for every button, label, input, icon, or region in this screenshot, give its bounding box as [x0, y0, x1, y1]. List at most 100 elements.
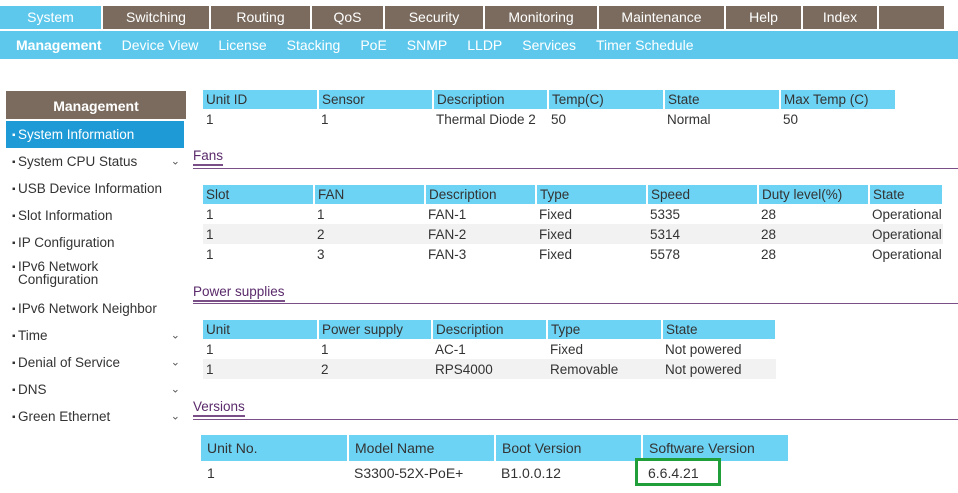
- sidebar-item-system-information[interactable]: ▪ System Information: [6, 121, 184, 148]
- subnav-timer-schedule[interactable]: Timer Schedule: [596, 37, 694, 53]
- nav-switching[interactable]: Switching: [103, 6, 209, 29]
- table-cell: Operational: [872, 246, 942, 262]
- sidebar-item-usb-device-information[interactable]: ▪ USB Device Information: [6, 175, 186, 202]
- subnav-snmp[interactable]: SNMP: [407, 37, 447, 53]
- table-cell: Not powered: [665, 341, 742, 357]
- chevron-down-icon[interactable]: ⌄: [171, 322, 180, 349]
- chevron-down-icon[interactable]: ⌄: [171, 403, 180, 430]
- sidebar-item-time[interactable]: ▪ Time ⌄: [6, 322, 186, 349]
- column-header: Duty level(%): [758, 185, 870, 204]
- sidebar-item-ipv6-network-configuration[interactable]: ▪ IPv6 Network Configuration: [6, 256, 186, 295]
- table-cell: Removable: [547, 359, 662, 379]
- subnav-device-view[interactable]: Device View: [122, 37, 199, 53]
- power-supplies-table: Unit Power supply Description Type State…: [203, 320, 777, 379]
- column-header: FAN: [314, 185, 426, 204]
- table-cell: 1: [207, 465, 215, 481]
- chevron-down-icon[interactable]: ⌄: [171, 148, 180, 175]
- column-header: State: [869, 185, 944, 204]
- column-header: Type: [547, 320, 663, 339]
- top-navigation: System Switching Routing QoS Security Mo…: [0, 6, 958, 31]
- column-header: Description: [425, 185, 537, 204]
- table-cell: Fixed: [539, 206, 573, 222]
- table-cell: 5335: [650, 206, 681, 222]
- sidebar-item-green-ethernet[interactable]: ▪ Green Ethernet ⌄: [6, 403, 186, 430]
- subnav-management[interactable]: Management: [16, 37, 102, 53]
- table-cell: 3: [317, 246, 325, 262]
- nav-monitoring[interactable]: Monitoring: [485, 6, 597, 29]
- fans-table: Slot FAN Description Type Speed Duty lev…: [203, 185, 944, 264]
- nav-security[interactable]: Security: [385, 6, 483, 29]
- nav-help[interactable]: Help: [726, 6, 801, 29]
- subnav-poe[interactable]: PoE: [360, 37, 386, 53]
- power-supplies-section-title: Power supplies: [193, 284, 285, 302]
- sidebar-item-denial-of-service[interactable]: ▪ Denial of Service ⌄: [6, 349, 186, 376]
- section-divider: [193, 419, 958, 420]
- column-header: Model Name: [348, 435, 496, 461]
- table-cell: 50: [551, 111, 567, 127]
- subnav-license[interactable]: License: [218, 37, 266, 53]
- column-header: Type: [536, 185, 648, 204]
- table-cell: 1: [206, 206, 214, 222]
- table-cell: 1: [206, 246, 214, 262]
- table-cell: Fixed: [550, 341, 584, 357]
- versions-section-title: Versions: [193, 399, 245, 417]
- column-header: Slot: [203, 185, 315, 204]
- nav-system[interactable]: System: [0, 6, 101, 29]
- column-header: Boot Version: [495, 435, 643, 461]
- table-cell: FAN-2: [425, 224, 536, 244]
- temperature-table: Unit ID Sensor Description Temp(C) State…: [203, 90, 897, 129]
- table-header-row: Slot FAN Description Type Speed Duty lev…: [203, 185, 944, 204]
- subnav-stacking[interactable]: Stacking: [287, 37, 341, 53]
- table-row: 1 1 AC-1 Fixed Not powered: [203, 339, 776, 359]
- table-cell: 2: [314, 224, 425, 244]
- table-cell: AC-1: [435, 341, 466, 357]
- sub-navigation: Management Device View License Stacking …: [0, 31, 958, 59]
- column-header: Unit No.: [201, 435, 349, 461]
- column-header: Description: [432, 320, 548, 339]
- fans-section-title: Fans: [193, 148, 224, 166]
- chevron-down-icon[interactable]: ⌄: [171, 376, 180, 403]
- sidebar-item-slot-information[interactable]: ▪ Slot Information: [6, 202, 186, 229]
- section-divider: [193, 303, 958, 304]
- column-header: Max Temp (C): [780, 90, 897, 109]
- nav-maintenance[interactable]: Maintenance: [599, 6, 724, 29]
- table-cell: 28: [761, 206, 777, 222]
- subnav-lldp[interactable]: LLDP: [467, 37, 502, 53]
- column-header: Temp(C): [548, 90, 665, 109]
- sidebar-item-ipv6-network-neighbor[interactable]: ▪ IPv6 Network Neighbor: [6, 295, 186, 322]
- table-cell: RPS4000: [432, 359, 547, 379]
- subnav-services[interactable]: Services: [522, 37, 576, 53]
- sidebar-item-ip-configuration[interactable]: ▪ IP Configuration: [6, 229, 186, 256]
- table-cell: 1: [206, 111, 214, 127]
- table-cell: Not powered: [662, 359, 776, 379]
- table-row: 1 3 FAN-3 Fixed 5578 28 Operational: [203, 244, 943, 264]
- nav-index[interactable]: Index: [803, 6, 877, 29]
- column-header: Description: [433, 90, 549, 109]
- nav-qos[interactable]: QoS: [312, 6, 383, 29]
- table-cell: 5578: [650, 246, 681, 262]
- highlight-box: [635, 458, 721, 486]
- table-cell: Fixed: [539, 246, 573, 262]
- sidebar-item-dns[interactable]: ▪ DNS ⌄: [6, 376, 186, 403]
- sidebar: Management ▪ System Information ▪ System C…: [6, 91, 186, 430]
- column-header: State: [664, 90, 781, 109]
- table-row: 1 2 RPS4000 Removable Not powered: [203, 359, 776, 379]
- column-header: Sensor: [318, 90, 434, 109]
- column-header: Unit ID: [203, 90, 319, 109]
- section-divider: [193, 168, 958, 169]
- table-cell: 1: [317, 206, 325, 222]
- table-cell: FAN-1: [428, 206, 467, 222]
- table-row: 1 2 FAN-2 Fixed 5314 28 Operational: [203, 224, 943, 244]
- nav-routing[interactable]: Routing: [211, 6, 310, 29]
- table-cell: S3300-52X-PoE+: [354, 465, 464, 481]
- table-row: 1 1 FAN-1 Fixed 5335 28 Operational: [203, 204, 943, 224]
- table-cell: 5314: [647, 224, 758, 244]
- table-cell: 1: [203, 224, 314, 244]
- table-cell: FAN-3: [428, 246, 467, 262]
- sidebar-item-system-cpu-status[interactable]: ▪ System CPU Status ⌄: [6, 148, 186, 175]
- nav-spacer: [879, 6, 944, 29]
- column-header: Unit: [203, 320, 319, 339]
- table-cell: 28: [758, 224, 869, 244]
- chevron-down-icon[interactable]: ⌄: [171, 349, 180, 376]
- table-cell: Normal: [667, 111, 711, 127]
